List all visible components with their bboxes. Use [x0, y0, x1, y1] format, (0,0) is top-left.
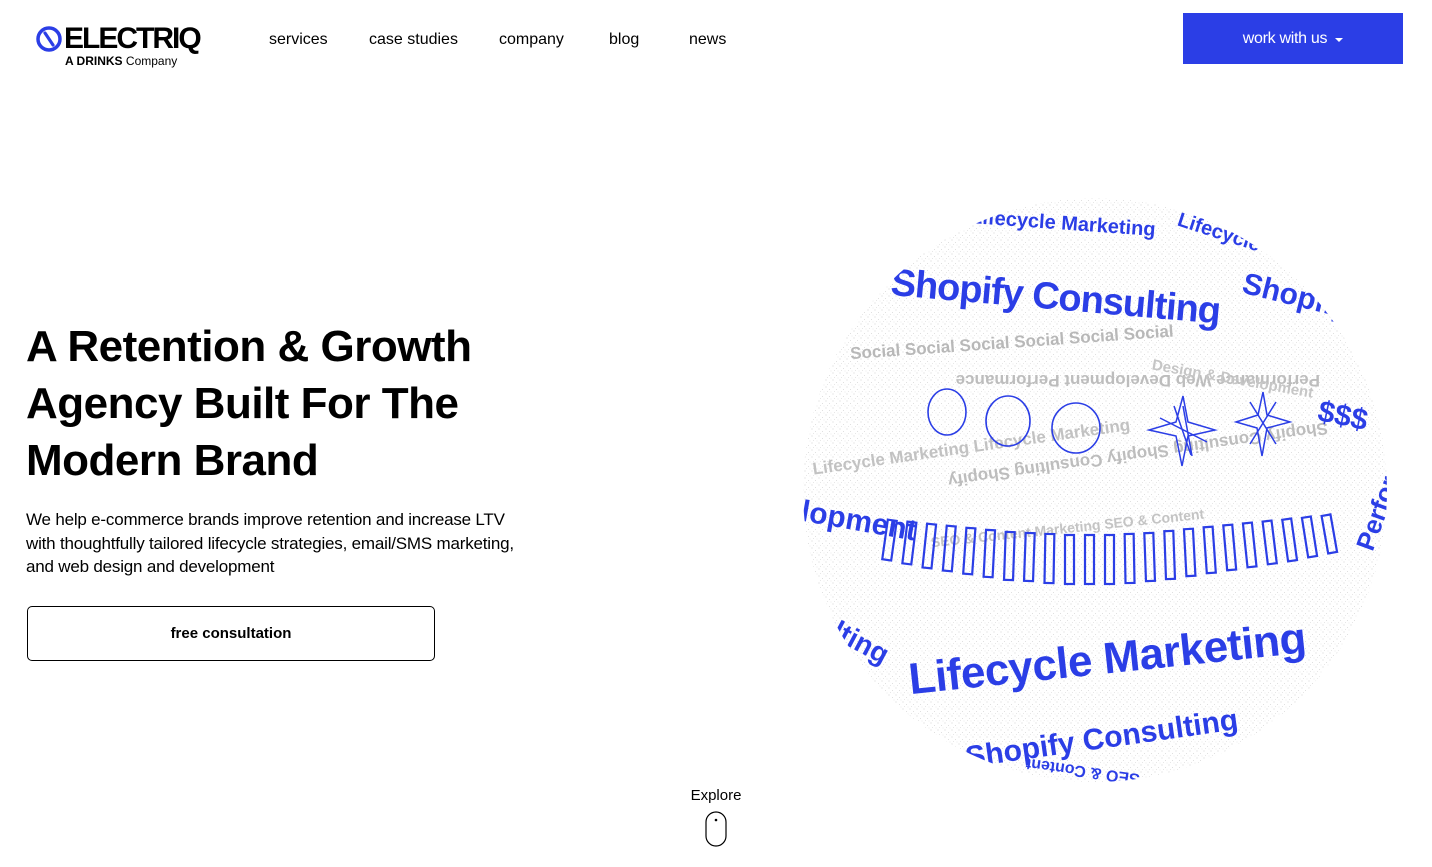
nav-item-services[interactable]: services [269, 29, 328, 51]
free-consultation-button[interactable]: free consultation [27, 606, 435, 661]
logo-wordmark: ELECTRIQ [64, 22, 202, 55]
hero-title: A Retention & Growth Agency Built For Th… [26, 322, 472, 485]
electriq-logo[interactable]: ELECTRIQ A DRINKS Company [36, 22, 226, 70]
work-with-us-button[interactable]: work with us [1183, 13, 1403, 64]
nav-item-news[interactable]: news [689, 29, 726, 51]
explore-scroll-hint[interactable]: Explore [666, 787, 766, 847]
caret-down-icon [1335, 37, 1344, 42]
services-globe-illustration: Social Social Social Social Social Socia… [803, 198, 1387, 782]
electriq-logo-mark-icon [36, 26, 62, 52]
nav-item-blog[interactable]: blog [609, 29, 639, 51]
nav-item-company[interactable]: company [499, 29, 564, 51]
mouse-scroll-icon [705, 811, 727, 847]
explore-label: Explore [690, 787, 742, 804]
logo-subtitle: A DRINKS Company [65, 54, 177, 68]
page: ELECTRIQ A DRINKS Company services case … [0, 0, 1432, 867]
work-with-us-label: work with us [1242, 29, 1328, 47]
nav-item-case-studies[interactable]: case studies [369, 29, 458, 51]
hero-description: We help e-commerce brands improve retent… [26, 510, 514, 576]
logo-subtitle-rest: Company [122, 54, 178, 68]
logo-subtitle-bold: A DRINKS [65, 54, 123, 68]
